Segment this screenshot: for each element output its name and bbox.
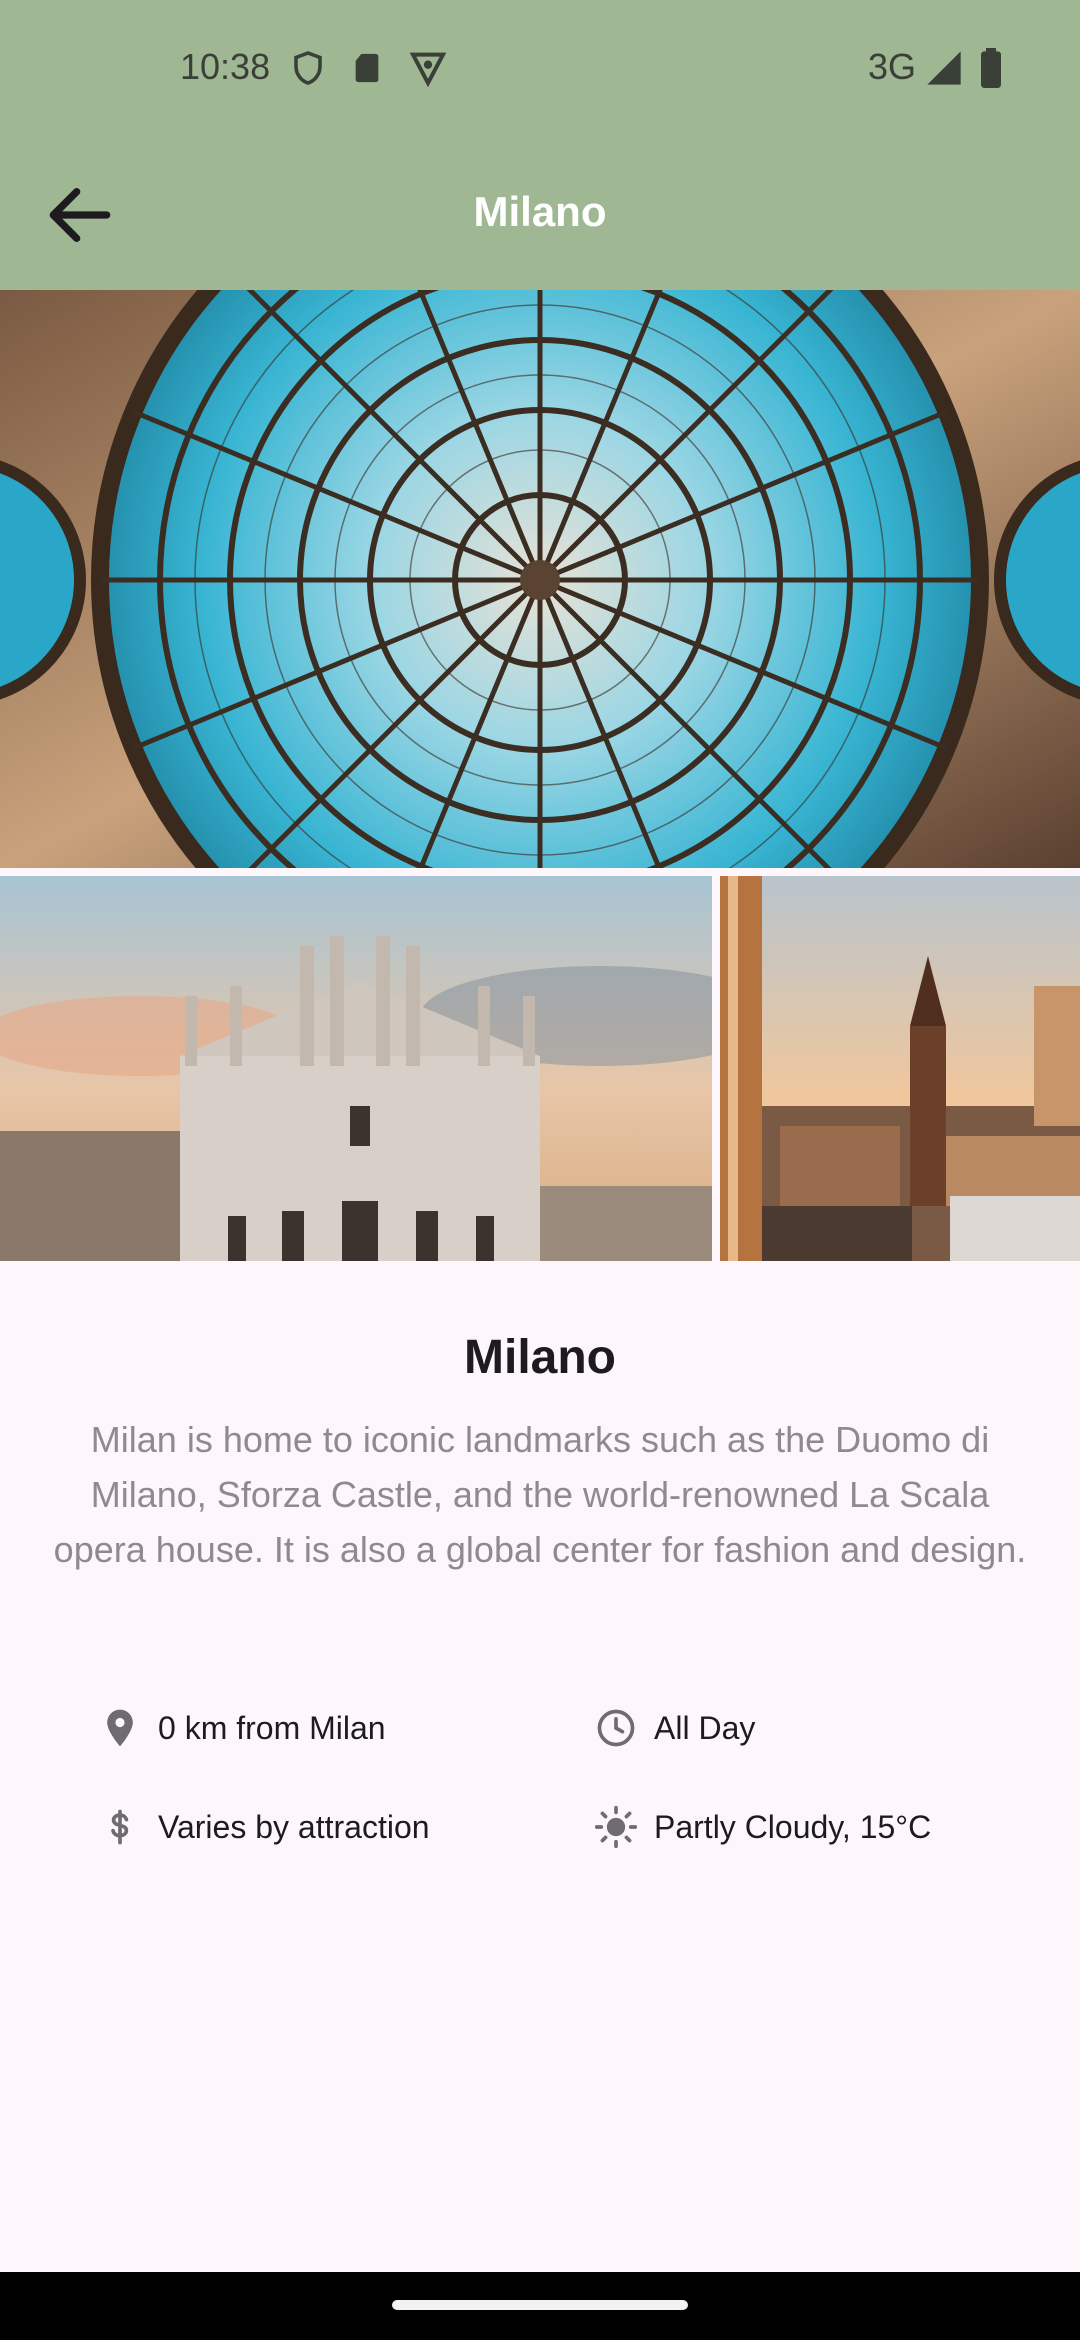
detail-distance: 0 km from Milan bbox=[98, 1698, 386, 1758]
place-description: Milan is home to iconic landmarks such a… bbox=[53, 1419, 1027, 1570]
detail-weather-text: Partly Cloudy, 15°C bbox=[654, 1808, 932, 1845]
thumbnail-duomo[interactable] bbox=[0, 876, 712, 1261]
shield-icon bbox=[294, 51, 322, 85]
battery-icon bbox=[981, 48, 1001, 88]
clock-icon bbox=[597, 1709, 635, 1747]
sun-icon bbox=[594, 1805, 638, 1849]
app-bar: 10:38 3G Milano bbox=[0, 0, 1080, 290]
vpn-icon bbox=[409, 52, 447, 88]
status-time: 10:38 bbox=[180, 46, 271, 87]
location-pin-icon bbox=[107, 1709, 133, 1747]
detail-hours: All Day bbox=[594, 1698, 755, 1758]
network-type: 3G bbox=[868, 46, 917, 87]
hero-image-dome[interactable] bbox=[0, 290, 1080, 868]
place-name: Milano bbox=[464, 1331, 616, 1384]
sd-card-icon bbox=[355, 53, 379, 83]
status-bar: 10:38 3G bbox=[0, 40, 1080, 102]
signal-icon bbox=[927, 51, 961, 85]
detail-cost: Varies by attraction bbox=[98, 1797, 430, 1857]
home-gesture-handle[interactable] bbox=[392, 2300, 688, 2310]
detail-distance-text: 0 km from Milan bbox=[158, 1709, 386, 1746]
detail-hours-text: All Day bbox=[654, 1709, 756, 1746]
dollar-icon bbox=[111, 1809, 129, 1845]
detail-weather: Partly Cloudy, 15°C bbox=[594, 1797, 931, 1857]
page-title: Milano bbox=[473, 188, 607, 235]
thumbnail-city-tower[interactable] bbox=[720, 876, 1080, 1261]
detail-cost-text: Varies by attraction bbox=[158, 1808, 430, 1845]
